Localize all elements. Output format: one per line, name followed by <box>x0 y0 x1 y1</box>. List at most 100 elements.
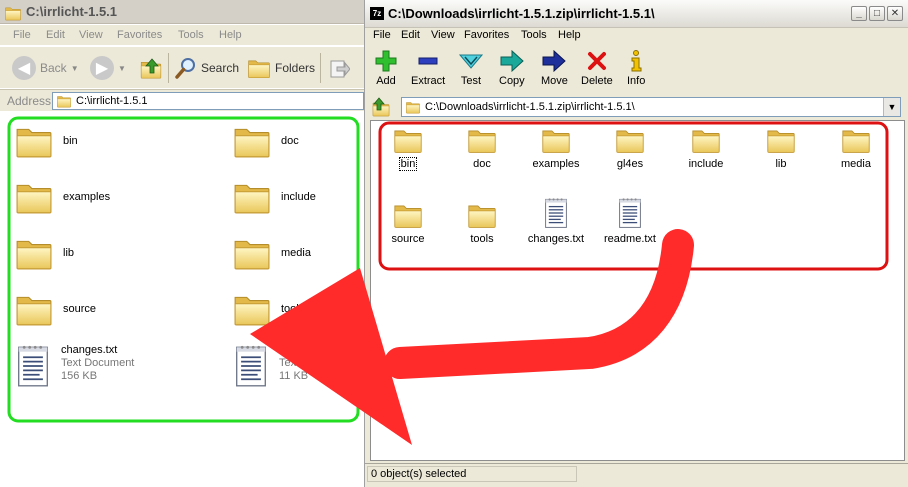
delete-icon <box>587 50 607 72</box>
maximize-button[interactable]: □ <box>869 6 885 21</box>
item-label: tools <box>470 233 494 245</box>
list-item[interactable]: lib <box>15 234 74 272</box>
menu-edit[interactable]: Edit <box>46 29 65 41</box>
item-label: doc <box>473 158 491 170</box>
list-item[interactable]: readme.txt Text Document 11 KB <box>233 344 352 388</box>
menu-tools[interactable]: Tools <box>178 29 204 41</box>
move-button[interactable]: Move <box>541 50 568 87</box>
copy-button[interactable]: Copy <box>499 50 525 87</box>
list-item[interactable]: gl4es <box>593 126 667 170</box>
up-folder-button[interactable] <box>370 97 392 120</box>
chevron-down-icon: ▼ <box>70 63 79 73</box>
list-item[interactable]: tools <box>233 290 304 328</box>
menu-help[interactable]: Help <box>558 29 581 41</box>
back-icon: ◀ <box>12 56 36 80</box>
file-size: 11 KB <box>279 370 309 382</box>
text-file-icon <box>544 197 568 229</box>
extract-icon <box>417 50 439 72</box>
item-label: source <box>391 233 425 245</box>
close-icon: ✕ <box>890 8 900 19</box>
folder-icon <box>234 184 270 214</box>
address-label: Address <box>7 94 52 108</box>
explorer-window: C:\irrlicht-1.5.1 File Edit View Favorit… <box>0 0 364 487</box>
info-button[interactable]: Info <box>627 50 645 87</box>
sevenzip-title: C:\Downloads\irrlicht-1.5.1.zip\irrlicht… <box>388 6 655 21</box>
address-value: C:\irrlicht-1.5.1 <box>76 95 148 107</box>
list-item[interactable]: source <box>371 201 445 245</box>
folder-icon <box>16 296 52 326</box>
sevenzip-titlebar[interactable]: 7z C:\Downloads\irrlicht-1.5.1.zip\irrli… <box>365 0 908 28</box>
folder-icon <box>468 130 496 153</box>
list-item[interactable]: include <box>669 126 743 170</box>
list-item[interactable]: media <box>233 234 311 272</box>
item-label: tools <box>281 303 305 315</box>
back-button[interactable]: ◀ Back ▼ <box>12 56 79 80</box>
search-button[interactable]: Search <box>175 57 239 79</box>
delete-button[interactable]: Delete <box>581 50 613 87</box>
folder-icon <box>16 240 52 270</box>
menu-file[interactable]: File <box>373 29 391 41</box>
list-item[interactable]: doc <box>233 122 299 160</box>
add-icon <box>375 50 397 72</box>
list-item[interactable]: changes.txt <box>519 197 593 245</box>
list-item[interactable]: source <box>15 290 96 328</box>
file-meta: changes.txt Text Document 156 KB <box>61 344 134 383</box>
list-item[interactable]: bin <box>371 126 445 171</box>
up-folder-button[interactable] <box>140 56 164 80</box>
list-item[interactable]: lib <box>744 126 818 170</box>
item-label: changes.txt <box>527 233 585 245</box>
folder-icon <box>406 102 420 114</box>
list-item[interactable]: include <box>233 178 316 216</box>
list-item[interactable]: media <box>819 126 893 170</box>
move-to-icon <box>330 60 350 78</box>
forward-button[interactable]: ▶ ▼ <box>90 56 126 80</box>
close-button[interactable]: ✕ <box>887 6 903 21</box>
extract-button[interactable]: Extract <box>411 50 445 87</box>
add-button[interactable]: Add <box>375 50 397 87</box>
path-combobox[interactable]: C:\Downloads\irrlicht-1.5.1.zip\irrlicht… <box>401 97 901 117</box>
status-text: 0 object(s) selected <box>367 466 577 482</box>
item-label: bin <box>398 157 418 171</box>
address-input[interactable]: C:\irrlicht-1.5.1 <box>52 92 364 110</box>
menu-view[interactable]: View <box>431 29 455 41</box>
test-button[interactable]: Test <box>459 50 483 87</box>
item-label: include <box>281 191 316 203</box>
explorer-menubar: File Edit View Favorites Tools Help <box>0 25 364 45</box>
menu-view[interactable]: View <box>79 29 103 41</box>
list-item[interactable]: examples <box>15 178 110 216</box>
info-label: Info <box>627 75 646 87</box>
list-item[interactable]: tools <box>445 201 519 245</box>
chevron-down-icon[interactable]: ▼ <box>883 98 900 116</box>
sevenzip-pathbar: C:\Downloads\irrlicht-1.5.1.zip\irrlicht… <box>365 95 908 119</box>
move-to-button[interactable] <box>328 57 350 79</box>
archive-file-view: bin doc examples gl4es include lib media… <box>370 120 905 461</box>
menu-favorites[interactable]: Favorites <box>464 29 509 41</box>
list-item[interactable]: doc <box>445 126 519 170</box>
list-item[interactable]: readme.txt <box>593 197 667 245</box>
list-item[interactable]: changes.txt Text Document 156 KB <box>15 344 134 388</box>
item-label: readme.txt <box>604 233 656 245</box>
menu-edit[interactable]: Edit <box>401 29 420 41</box>
folder-icon <box>234 240 270 270</box>
menu-help[interactable]: Help <box>219 29 242 41</box>
item-label: include <box>688 158 724 170</box>
list-item[interactable]: examples <box>519 126 593 170</box>
folder-icon <box>542 130 570 153</box>
minimize-button[interactable]: _ <box>851 6 867 21</box>
folders-button[interactable]: Folders <box>247 57 315 79</box>
folder-icon <box>4 5 22 21</box>
toolbar-separator <box>168 53 169 83</box>
search-icon <box>175 58 195 79</box>
file-meta: readme.txt Text Document 11 KB <box>279 344 352 383</box>
explorer-titlebar[interactable]: C:\irrlicht-1.5.1 <box>0 0 364 24</box>
copy-label: Copy <box>499 75 525 87</box>
toolbar-separator <box>320 53 321 83</box>
list-item[interactable]: bin <box>15 122 78 160</box>
folders-label: Folders <box>275 61 316 75</box>
menu-favorites[interactable]: Favorites <box>117 29 162 41</box>
move-label: Move <box>541 75 568 87</box>
path-value: C:\Downloads\irrlicht-1.5.1.zip\irrlicht… <box>425 101 635 113</box>
screenshot-stage: C:\irrlicht-1.5.1 File Edit View Favorit… <box>0 0 908 487</box>
menu-tools[interactable]: Tools <box>521 29 547 41</box>
menu-file[interactable]: File <box>13 29 31 41</box>
